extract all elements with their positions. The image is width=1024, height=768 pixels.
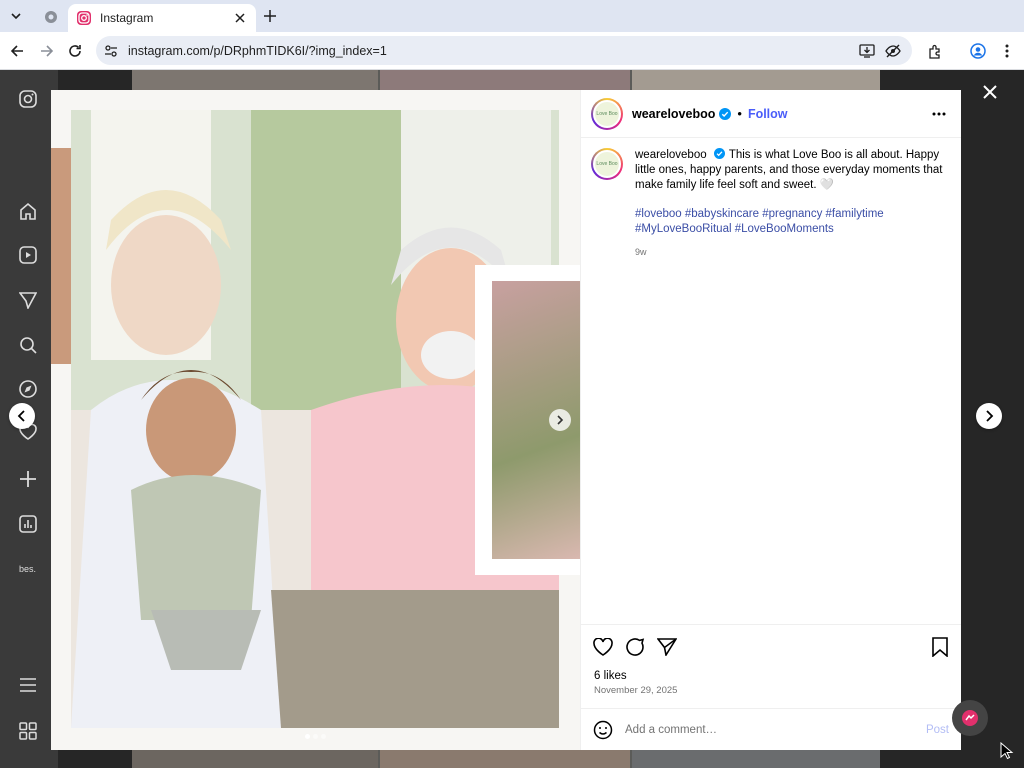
tab-close-icon[interactable]	[232, 10, 248, 26]
instagram-icon	[77, 11, 91, 25]
tab-title: Instagram	[100, 11, 154, 25]
caption: Love Boo weareloveboo This is what Love …	[591, 148, 951, 260]
photo-left-edge	[51, 148, 71, 364]
background-tile	[632, 750, 880, 768]
close-post-icon[interactable]	[978, 80, 1002, 104]
install-app-icon[interactable]	[856, 40, 878, 62]
post-header: Love Boo weareloveboo • Follow	[581, 90, 961, 138]
background-tile	[132, 70, 378, 90]
like-heart-icon[interactable]	[591, 635, 615, 659]
carousel-next-icon[interactable]	[549, 409, 571, 431]
background-tile	[380, 70, 630, 90]
previous-post-arrow-icon[interactable]	[9, 403, 35, 429]
site-info-tune-icon[interactable]	[104, 44, 118, 58]
browser-tab-bar: Instagram	[0, 0, 1024, 32]
post-modal: Love Boo weareloveboo • Follow Love Boo	[51, 90, 961, 750]
caption-avatar-logo: Love Boo	[593, 150, 621, 178]
globe-icon	[45, 11, 57, 23]
avatar-logo: Love Boo	[593, 99, 621, 128]
more-menu-icon[interactable]	[17, 674, 39, 696]
tab-search-dropdown-icon[interactable]	[6, 6, 26, 26]
caption-body: weareloveboo This is what Love Boo is al…	[635, 148, 951, 260]
messages-icon[interactable]	[17, 289, 39, 311]
messages-fab-icon[interactable]	[952, 700, 988, 736]
caption-avatar[interactable]: Love Boo	[591, 148, 623, 180]
profile-short-label[interactable]: bes.	[19, 564, 36, 574]
inactive-tab[interactable]	[36, 4, 66, 30]
address-bar[interactable]: instagram.com/p/DRphmTIDK6I/?img_index=1	[96, 36, 912, 65]
new-tab-plus-icon[interactable]	[260, 6, 280, 26]
comments-section: Love Boo weareloveboo This is what Love …	[581, 138, 961, 624]
post-details-panel: Love Boo weareloveboo • Follow Love Boo	[580, 90, 961, 750]
profile-icon[interactable]	[967, 40, 989, 62]
background-tile	[132, 750, 378, 768]
save-bookmark-icon[interactable]	[928, 635, 952, 659]
page-viewport: bes. Love Boo weareloveboo • Follow Love…	[0, 70, 1024, 768]
post-date: November 29, 2025	[594, 685, 678, 696]
emoji-smiley-icon[interactable]	[593, 720, 613, 740]
post-actions-bar	[581, 624, 961, 670]
extensions-puzzle-icon[interactable]	[924, 40, 946, 62]
add-comment-bar: Post	[581, 708, 961, 750]
caption-hashtags[interactable]: #loveboo #babyskincare #pregnancy #famil…	[635, 207, 951, 237]
share-send-icon[interactable]	[655, 635, 679, 659]
active-tab[interactable]: Instagram	[68, 4, 256, 32]
post-author-username[interactable]: weareloveboo	[632, 107, 715, 121]
background-tile	[632, 70, 880, 90]
caption-username[interactable]: weareloveboo	[635, 149, 707, 161]
also-from-meta-icon[interactable]	[17, 720, 39, 742]
background-tile	[380, 750, 630, 768]
follow-button[interactable]: Follow	[748, 107, 788, 121]
instagram-logo-icon[interactable]	[17, 88, 39, 110]
eye-off-icon[interactable]	[882, 40, 904, 62]
carousel-dot-3[interactable]	[321, 734, 326, 739]
dashboard-icon[interactable]	[17, 513, 39, 535]
mouse-cursor-icon	[1000, 741, 1014, 760]
likes-count[interactable]: 6 likes	[581, 670, 961, 682]
browser-toolbar: instagram.com/p/DRphmTIDK6I/?img_index=1	[0, 32, 1024, 70]
carousel-dot-1[interactable]	[305, 734, 310, 739]
carousel-dot-2[interactable]	[313, 734, 318, 739]
verified-badge-icon	[719, 107, 732, 120]
create-plus-icon[interactable]	[17, 468, 39, 490]
more-options-icon[interactable]	[929, 104, 949, 124]
caption-verified-badge-icon	[713, 148, 726, 160]
browser-menu-kebab-icon[interactable]	[996, 40, 1018, 62]
comment-bubble-icon[interactable]	[623, 635, 647, 659]
separator-dot: •	[737, 106, 742, 121]
reels-icon[interactable]	[17, 244, 39, 266]
comment-input[interactable]	[625, 723, 926, 736]
next-post-arrow-icon[interactable]	[976, 403, 1002, 429]
back-arrow-icon[interactable]	[6, 40, 28, 62]
url-text[interactable]: instagram.com/p/DRphmTIDK6I/?img_index=1	[128, 44, 852, 58]
reload-icon[interactable]	[64, 40, 86, 62]
post-comment-button[interactable]: Post	[926, 724, 949, 736]
explore-compass-icon[interactable]	[17, 378, 39, 400]
post-media-carousel[interactable]	[51, 90, 580, 750]
home-icon[interactable]	[17, 200, 39, 222]
forward-arrow-icon[interactable]	[36, 40, 58, 62]
carousel-dots	[305, 734, 326, 739]
avatar[interactable]: Love Boo	[591, 97, 623, 130]
search-icon[interactable]	[17, 334, 39, 356]
caption-time-ago: 9w	[635, 247, 647, 257]
